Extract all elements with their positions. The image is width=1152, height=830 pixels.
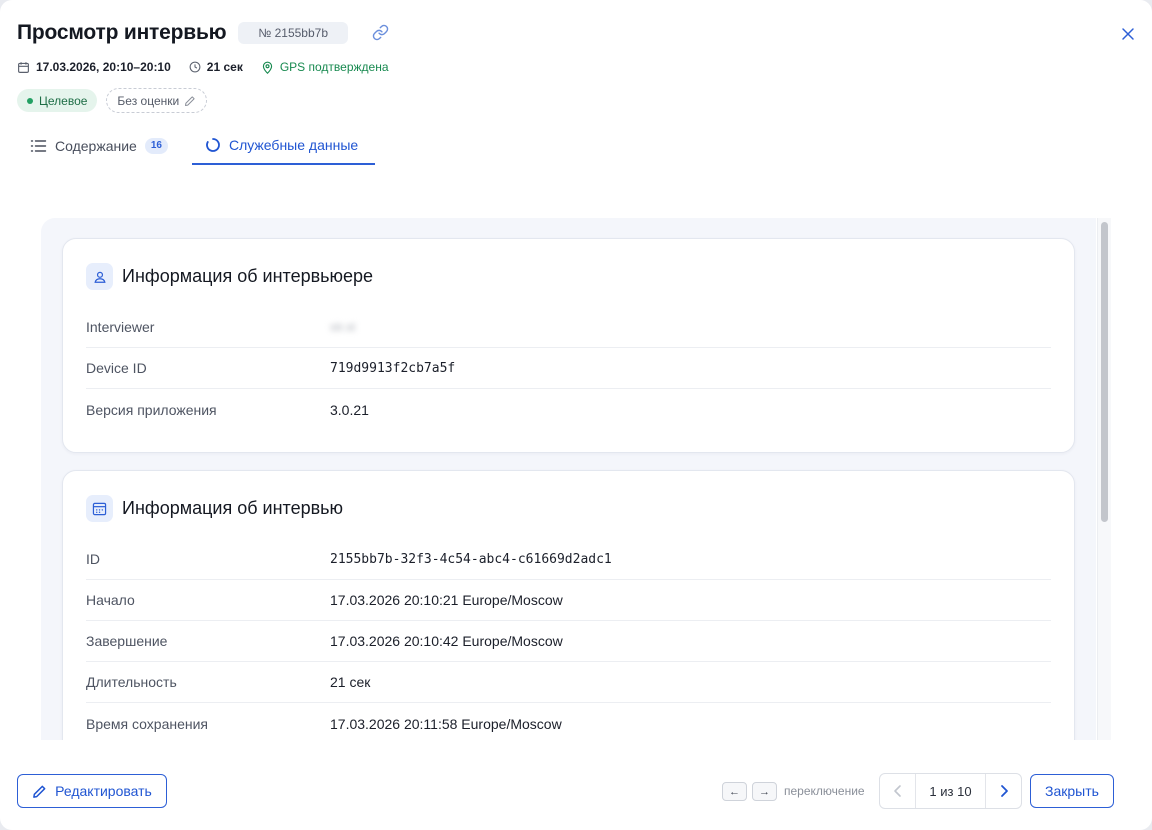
- key-left: ←: [722, 782, 747, 801]
- interview-modal: Просмотр интервью № 2155bb7b 17.03.2026,…: [0, 0, 1152, 830]
- chevron-left-icon: [893, 785, 901, 797]
- card-header: Информация об интервью: [86, 495, 343, 522]
- switch-hint: переключение: [784, 784, 865, 798]
- row-key: Версия приложения: [86, 401, 217, 418]
- close-label: Закрыть: [1045, 783, 1099, 799]
- close-icon[interactable]: [1120, 26, 1136, 42]
- row-key: ID: [86, 551, 100, 567]
- score-label: Без оценки: [117, 93, 180, 108]
- info-row: Начало 17.03.2026 20:10:21 Europe/Moscow: [86, 580, 1051, 621]
- title-row: Просмотр интервью № 2155bb7b: [17, 20, 390, 46]
- prev-page-button[interactable]: [880, 774, 916, 808]
- user-icon: [86, 263, 113, 290]
- scrollbar-thumb[interactable]: [1101, 222, 1108, 522]
- row-value: 719d9913f2cb7a5f: [330, 360, 456, 376]
- info-rows: Interviewer str.st Device ID 719d9913f2c…: [86, 307, 1051, 430]
- meta-duration: 21 сек: [189, 60, 243, 74]
- row-value: 17.03.2026 20:10:42 Europe/Moscow: [330, 633, 563, 649]
- meta-date: 17.03.2026, 20:10–20:10: [17, 60, 171, 74]
- row-value: 17.03.2026 20:10:21 Europe/Moscow: [330, 592, 563, 608]
- location-pin-icon: [262, 61, 272, 74]
- clock-icon: [189, 61, 201, 73]
- row-value: 21 сек: [330, 674, 371, 690]
- status-dot: [27, 97, 33, 104]
- service-data-panel[interactable]: Информация об интервьюере Interviewer st…: [41, 218, 1096, 740]
- interview-info-card: Информация об интервью ID 2155bb7b-32f3-…: [62, 470, 1075, 740]
- tab-service-label: Служебные данные: [229, 137, 359, 153]
- row-key: Начало: [86, 592, 135, 608]
- tabs: Содержание 16 Служебные данные: [18, 127, 1152, 165]
- status-badge: Целевое: [17, 89, 98, 112]
- row-value: 2155bb7b-32f3-4c54-abc4-c61669d2adc1: [330, 551, 612, 567]
- tab-service-data[interactable]: Служебные данные: [192, 127, 375, 165]
- info-row: Версия приложения 3.0.21: [86, 389, 1051, 430]
- pencil-icon: [33, 785, 46, 798]
- meta-row: 17.03.2026, 20:10–20:10 21 сек GPS подтв…: [17, 59, 407, 75]
- card-title: Информация об интервьюере: [122, 266, 374, 286]
- info-rows: ID 2155bb7b-32f3-4c54-abc4-c61669d2adc1 …: [86, 539, 1051, 740]
- page-indicator: 1 из 10: [929, 783, 972, 799]
- status-label: Целевое: [39, 93, 88, 108]
- page-title: Просмотр интервью: [17, 21, 227, 44]
- row-value: 3.0.21: [330, 401, 369, 418]
- list-icon: [30, 140, 47, 152]
- edit-label: Редактировать: [55, 783, 152, 799]
- row-key: Interviewer: [86, 319, 155, 335]
- info-row: ID 2155bb7b-32f3-4c54-abc4-c61669d2adc1: [86, 539, 1051, 580]
- info-row: Device ID 719d9913f2cb7a5f: [86, 348, 1051, 389]
- tab-content-count: 16: [144, 138, 168, 154]
- card-title: Информация об интервью: [122, 498, 344, 518]
- calendar-icon: [18, 61, 29, 73]
- meta-gps: GPS подтверждена: [261, 60, 389, 74]
- tab-content-label: Содержание: [55, 138, 137, 154]
- row-key: Device ID: [86, 360, 147, 376]
- info-row: Завершение 17.03.2026 20:10:42 Europe/Mo…: [86, 621, 1051, 662]
- info-row: Interviewer str.st: [86, 307, 1051, 348]
- id-badge: № 2155bb7b: [238, 22, 349, 44]
- scrollbar[interactable]: [1097, 218, 1111, 740]
- row-key: Завершение: [86, 633, 168, 649]
- pager: 1 из 10: [879, 773, 1022, 809]
- footer: Редактировать ← → переключение 1 из 10 З…: [0, 773, 1152, 809]
- info-row: Длительность 21 сек: [86, 662, 1051, 703]
- tab-content[interactable]: Содержание 16: [30, 127, 168, 165]
- tags-row: Целевое Без оценки: [17, 88, 208, 113]
- meta-duration-value: 21 сек: [206, 60, 243, 74]
- browser-window-icon: [86, 495, 113, 522]
- close-button[interactable]: Закрыть: [1030, 774, 1114, 808]
- loading-circle-icon: [206, 138, 220, 152]
- meta-datetime: 17.03.2026, 20:10–20:10: [36, 60, 171, 74]
- row-key: Время сохранения: [86, 715, 209, 732]
- gps-status: GPS подтверждена: [279, 60, 389, 74]
- edit-button[interactable]: Редактировать: [17, 774, 167, 808]
- next-page-button[interactable]: [985, 774, 1021, 808]
- chevron-right-icon: [1000, 785, 1008, 797]
- row-value: str.st: [330, 320, 356, 334]
- link-icon[interactable]: [372, 24, 390, 42]
- row-key: Длительность: [86, 674, 177, 690]
- pencil-icon: [185, 95, 195, 106]
- card-header: Информация об интервьюере: [86, 263, 373, 290]
- key-right: →: [752, 782, 777, 801]
- interviewer-info-card: Информация об интервьюере Interviewer st…: [62, 238, 1075, 453]
- row-value: 17.03.2026 20:11:58 Europe/Moscow: [330, 715, 562, 732]
- info-row: Время сохранения 17.03.2026 20:11:58 Eur…: [86, 703, 1051, 740]
- score-button[interactable]: Без оценки: [106, 88, 208, 113]
